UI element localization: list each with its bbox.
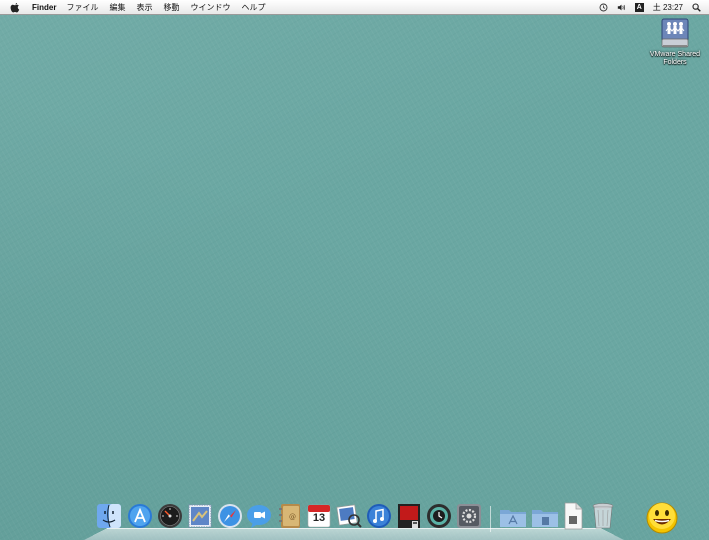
- menu-app-finder[interactable]: Finder: [32, 3, 56, 12]
- calendar-date-label: 13: [312, 512, 326, 524]
- document-icon[interactable]: [562, 502, 588, 530]
- menu-window[interactable]: ウインドウ: [190, 2, 230, 13]
- menu-bar: Finder ファイル 編集 表示 移動 ウインドウ ヘルプ A 土 23:27: [0, 0, 709, 15]
- svg-text:@: @: [289, 513, 296, 521]
- photo-booth-icon[interactable]: [396, 503, 422, 529]
- spotlight-search-icon[interactable]: [692, 2, 701, 12]
- menu-edit[interactable]: 編集: [109, 2, 125, 13]
- shared-folders-drive-icon: [659, 17, 691, 51]
- input-menu-icon[interactable]: A: [634, 2, 644, 12]
- time-machine-menu-icon[interactable]: [599, 3, 608, 12]
- preview-icon[interactable]: [336, 503, 362, 529]
- mail-stamp-icon[interactable]: [187, 503, 213, 529]
- applications-folder-icon[interactable]: [499, 505, 526, 531]
- apple-menu-icon[interactable]: [10, 1, 22, 13]
- dashboard-icon[interactable]: [157, 503, 183, 529]
- desktop-icon-label-line1: VMware Shared: [649, 51, 701, 58]
- finder-icon[interactable]: [96, 503, 122, 529]
- menu-help[interactable]: ヘルプ: [241, 2, 265, 13]
- system-preferences-icon[interactable]: [456, 503, 482, 529]
- documents-folder-icon[interactable]: [531, 505, 558, 531]
- chat-bubble-icon[interactable]: [246, 503, 272, 529]
- desktop-icon-vmware-shared-folders[interactable]: VMware Shared Folders: [645, 17, 705, 67]
- smiley-face-icon[interactable]: [646, 502, 678, 534]
- dock-separator: [490, 506, 491, 532]
- safari-compass-icon[interactable]: [217, 503, 243, 529]
- menu-file[interactable]: ファイル: [66, 2, 98, 13]
- menu-view[interactable]: 表示: [136, 2, 152, 13]
- time-machine-icon[interactable]: [426, 503, 452, 529]
- desktop-background: [0, 14, 709, 540]
- calendar-icon[interactable]: 13: [306, 503, 332, 529]
- desktop-icon-label-line2: Folders: [663, 59, 687, 66]
- app-store-icon[interactable]: [127, 503, 153, 529]
- menu-go[interactable]: 移動: [163, 2, 179, 13]
- address-book-icon[interactable]: @: [277, 503, 303, 529]
- input-badge-label: A: [636, 3, 642, 11]
- itunes-icon[interactable]: [366, 503, 392, 529]
- menu-clock[interactable]: 土 23:27: [653, 2, 683, 13]
- volume-icon[interactable]: [617, 3, 626, 12]
- trash-icon[interactable]: [591, 502, 617, 529]
